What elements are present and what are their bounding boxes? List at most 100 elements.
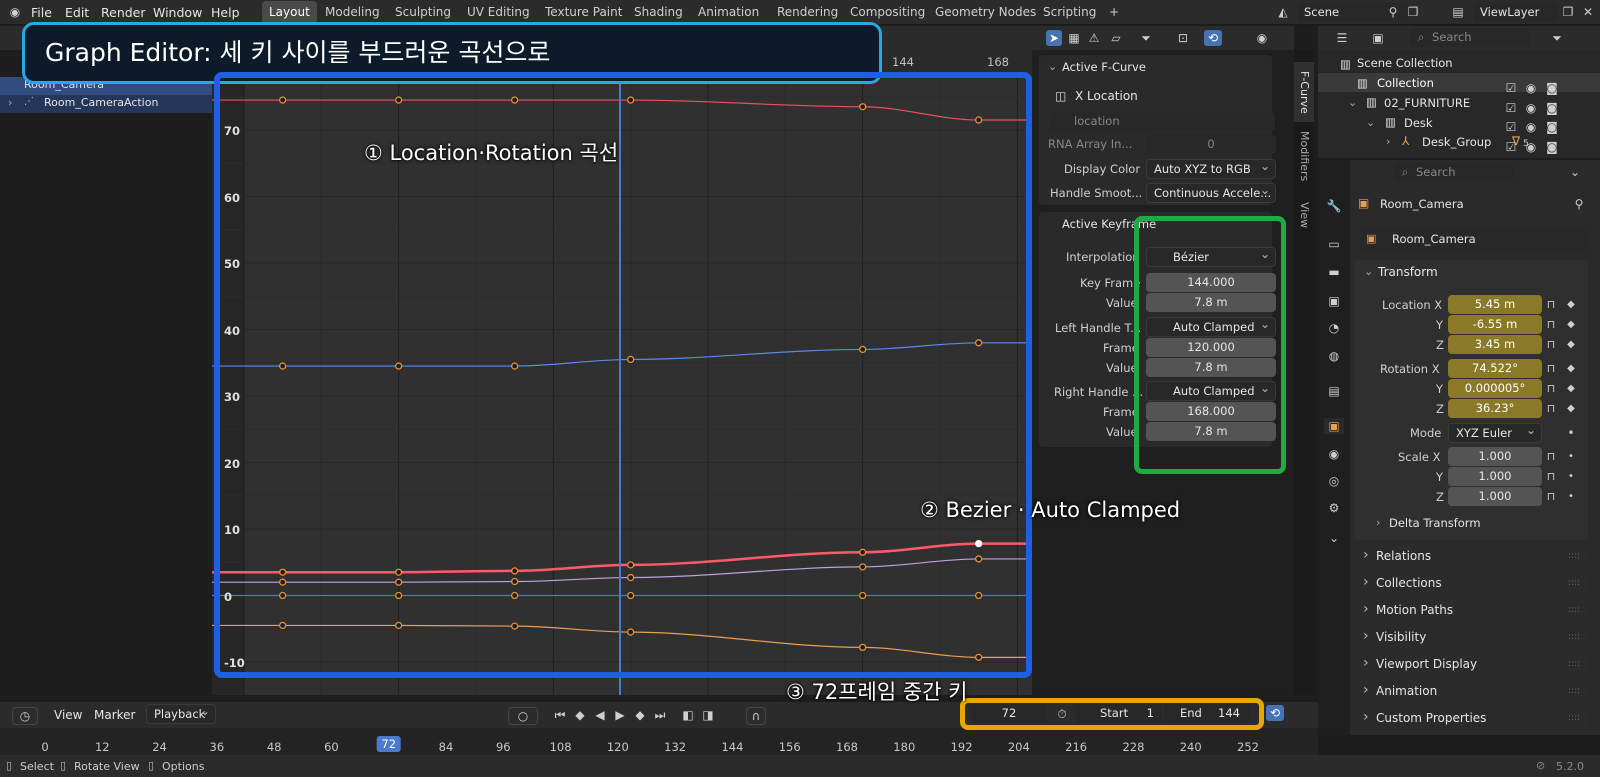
object-tab-icon[interactable]: ▣: [1324, 418, 1344, 434]
menu-window[interactable]: Window: [153, 5, 202, 20]
outliner-search-input[interactable]: Search: [1410, 28, 1530, 47]
lock-icon[interactable]: ⊓: [1545, 317, 1557, 333]
jump-end-icon[interactable]: ⏭: [652, 707, 668, 723]
editor-type-icon[interactable]: ◷: [12, 707, 38, 725]
modifier-tab-icon[interactable]: ◉: [1324, 446, 1344, 462]
tab-scripting[interactable]: Scripting: [1036, 1, 1103, 24]
tab-compositing[interactable]: Compositing: [843, 1, 932, 24]
eye-icon[interactable]: ◉: [1524, 80, 1538, 96]
section-motion-paths[interactable]: Motion Paths: [1354, 598, 1588, 622]
view-layer-field[interactable]: ViewLayer: [1474, 3, 1559, 22]
scale-y-field[interactable]: 1.000: [1448, 467, 1542, 486]
keyframe-diamond-icon[interactable]: ◆: [1565, 297, 1577, 313]
constraints-tab-icon[interactable]: ⚙: [1324, 500, 1344, 516]
prev-marker-icon[interactable]: ◧: [680, 707, 696, 723]
tab-modeling[interactable]: Modeling: [318, 1, 387, 24]
next-marker-icon[interactable]: ◨: [700, 707, 716, 723]
rotation-mode-select[interactable]: XYZ Euler: [1448, 423, 1542, 443]
menu-file[interactable]: File: [31, 5, 52, 20]
outliner-funnel-icon[interactable]: ⏷: [1547, 30, 1567, 46]
jump-start-icon[interactable]: ⏮: [552, 707, 568, 723]
tab-modifiers[interactable]: Modifiers: [1294, 126, 1314, 186]
outliner-display-mode-icon[interactable]: ☰: [1330, 30, 1354, 46]
output-tab-icon[interactable]: ▬: [1324, 264, 1344, 280]
menu-render[interactable]: Render: [101, 5, 146, 20]
playback-menu[interactable]: Playback: [146, 704, 216, 724]
scale-z-field[interactable]: 1.000: [1448, 487, 1542, 506]
expand-furniture-icon[interactable]: ⌄: [1348, 96, 1357, 109]
delta-transform-label[interactable]: Delta Transform: [1389, 516, 1481, 530]
checkbox-icon[interactable]: ☑: [1504, 139, 1518, 155]
section-visibility[interactable]: Visibility: [1354, 625, 1588, 649]
collapse-arrow-icon[interactable]: ⌄: [1364, 265, 1373, 278]
add-workspace-button[interactable]: +: [1102, 1, 1126, 24]
keyframe-diamond-icon[interactable]: •: [1565, 469, 1577, 485]
new-scene-icon[interactable]: ❐: [1405, 4, 1421, 20]
scale-x-field[interactable]: 1.000: [1448, 447, 1542, 466]
rotation-y-field[interactable]: 0.000005°: [1448, 379, 1542, 398]
lock-icon[interactable]: ⊓: [1545, 489, 1557, 505]
next-keyframe-icon[interactable]: ◆: [632, 707, 648, 723]
tab-layout[interactable]: Layout: [262, 1, 317, 24]
display-color-select[interactable]: Auto XYZ to RGB: [1146, 159, 1276, 179]
channel-row-action[interactable]: › ⋰ Room_CameraAction: [0, 95, 212, 113]
section-custom-properties[interactable]: Custom Properties: [1354, 706, 1588, 730]
auto-keying-icon[interactable]: ⟲: [1266, 705, 1284, 721]
tab-view[interactable]: View: [1294, 195, 1314, 235]
section-collections[interactable]: Collections: [1354, 571, 1588, 595]
view-layer-icon[interactable]: ▤: [1446, 4, 1470, 20]
handle-smoothing-select[interactable]: Continuous Accele...: [1146, 183, 1276, 203]
lock-icon[interactable]: ⊓: [1545, 401, 1557, 417]
warning-icon[interactable]: ⚠: [1086, 30, 1102, 46]
collection-tab-icon[interactable]: ▤: [1324, 383, 1344, 399]
properties-search-input[interactable]: Search: [1394, 163, 1514, 182]
checkbox-icon[interactable]: ☑: [1504, 100, 1518, 116]
checkbox-icon[interactable]: ☑: [1504, 119, 1518, 135]
tab-fcurve[interactable]: F-Curve: [1294, 62, 1314, 122]
furniture-label[interactable]: 02_FURNITURE: [1384, 96, 1470, 110]
keyframe-diamond-icon[interactable]: ◆: [1565, 361, 1577, 377]
object-name-field[interactable]: Room_Camera: [1360, 230, 1588, 250]
tool-tab-icon[interactable]: 🔧: [1324, 198, 1344, 214]
pin-icon[interactable]: ⚲: [1386, 4, 1400, 20]
more-tabs-icon[interactable]: ⌄: [1324, 530, 1344, 546]
camera-icon[interactable]: ◙: [1545, 119, 1559, 135]
lock-icon[interactable]: ⊓: [1545, 297, 1557, 313]
tab-shading[interactable]: Shading: [627, 1, 690, 24]
section-relations[interactable]: Relations: [1354, 544, 1588, 568]
keyframe-diamond-icon[interactable]: •: [1565, 449, 1577, 465]
remove-view-layer-icon[interactable]: ✕: [1580, 4, 1596, 20]
expand-desk-group-icon[interactable]: ›: [1386, 135, 1390, 148]
prev-keyframe-icon[interactable]: ◆: [572, 707, 588, 723]
pin-icon[interactable]: ⚲: [1572, 196, 1586, 212]
camera-icon[interactable]: ◙: [1545, 80, 1559, 96]
lock-icon[interactable]: ⊓: [1545, 469, 1557, 485]
outliner-filter-icon[interactable]: ▣: [1366, 30, 1390, 46]
auto-snap-icon[interactable]: ⟲: [1204, 30, 1222, 46]
physics-tab-icon[interactable]: ◎: [1324, 473, 1344, 489]
camera-icon[interactable]: ◙: [1545, 100, 1559, 116]
new-view-layer-icon[interactable]: ❐: [1560, 4, 1576, 20]
menu-edit[interactable]: Edit: [65, 5, 89, 20]
scene-collection-label[interactable]: Scene Collection: [1357, 56, 1453, 70]
play-reverse-icon[interactable]: ◀: [592, 707, 608, 723]
location-y-field[interactable]: -6.55 m: [1448, 315, 1542, 334]
scene-tab-icon[interactable]: ◔: [1324, 320, 1344, 336]
properties-options-icon[interactable]: ⌄: [1568, 164, 1582, 180]
section-animation[interactable]: Animation: [1354, 679, 1588, 703]
section-viewport-display[interactable]: Viewport Display: [1354, 652, 1588, 676]
tab-sculpting[interactable]: Sculpting: [388, 1, 458, 24]
keyframe-diamond-icon[interactable]: ◆: [1565, 317, 1577, 333]
timeline-marker-menu[interactable]: Marker: [94, 708, 135, 722]
tab-animation[interactable]: Animation: [691, 1, 766, 24]
keying-icon[interactable]: ∩: [746, 707, 766, 725]
location-x-field[interactable]: 5.45 m: [1448, 295, 1542, 314]
select-tool-icon[interactable]: ➤: [1046, 30, 1062, 46]
rotation-z-field[interactable]: 36.23°: [1448, 399, 1542, 418]
expand-delta-icon[interactable]: ›: [1376, 516, 1380, 529]
menu-help[interactable]: Help: [211, 5, 240, 20]
timeline-ruler[interactable]: [0, 728, 1318, 755]
eye-icon[interactable]: ◉: [1524, 139, 1538, 155]
rna-array-field[interactable]: 0: [1146, 135, 1276, 154]
keyframe-diamond-icon[interactable]: ◆: [1565, 381, 1577, 397]
